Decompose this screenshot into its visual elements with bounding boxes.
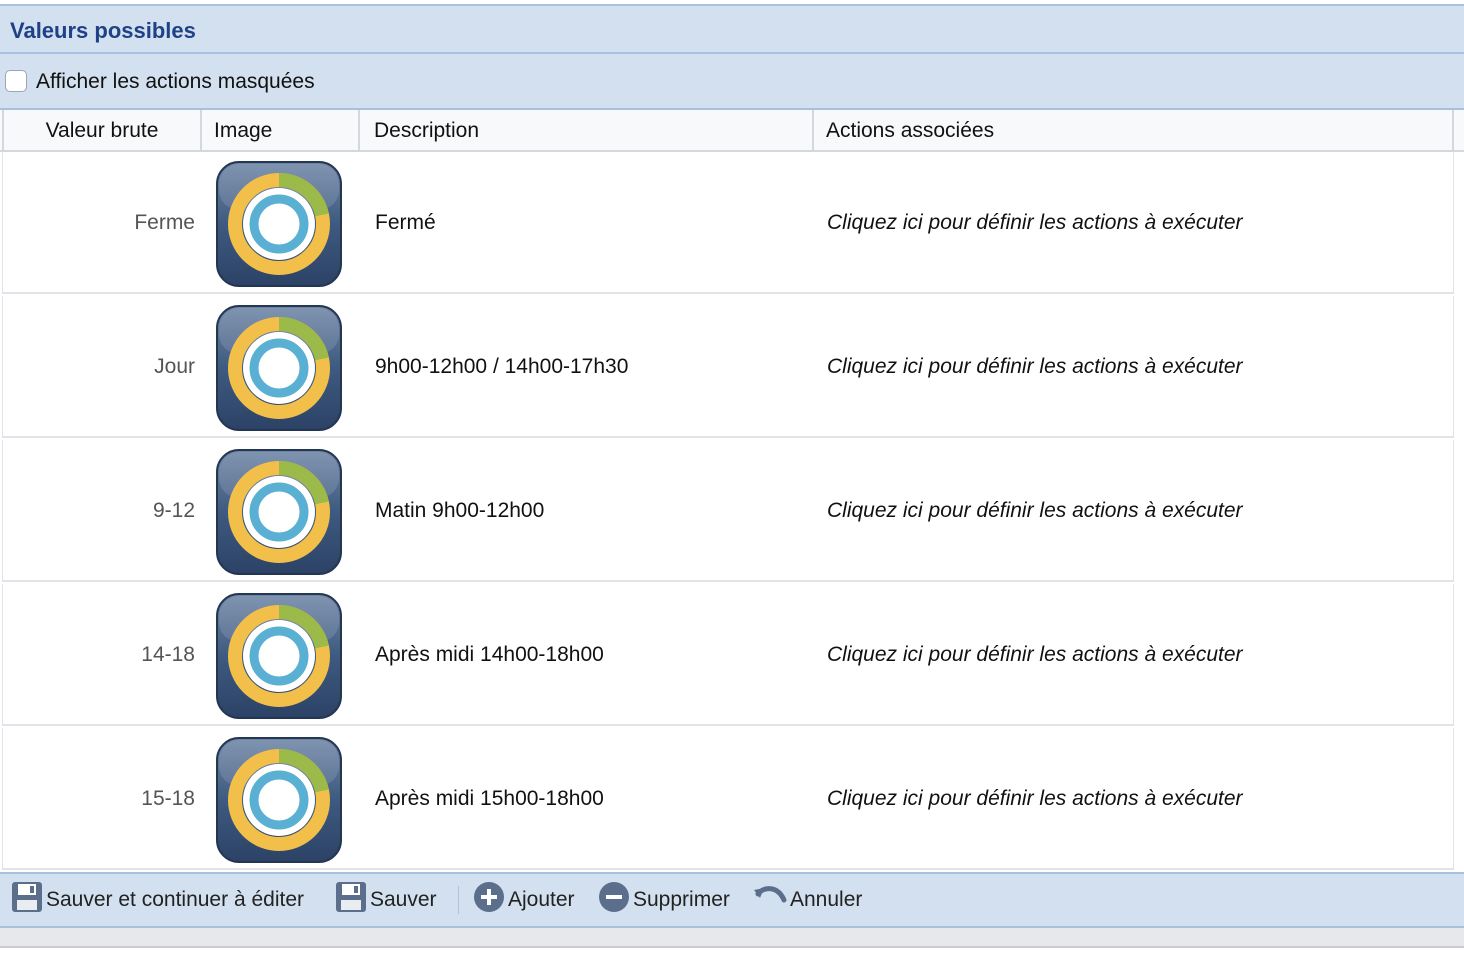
column-header-raw-value[interactable]: Valeur brute (2, 110, 202, 150)
column-header-actions[interactable]: Actions associées (814, 110, 1454, 150)
round-timer-icon[interactable] (215, 160, 343, 288)
add-button[interactable]: Ajouter (472, 874, 575, 926)
description-cell: Après midi 15h00-18h00 (375, 787, 604, 810)
toolbar-separator (458, 886, 459, 914)
define-actions-link[interactable]: Cliquez ici pour définir les actions à e… (827, 728, 1243, 870)
plus-circle-icon (472, 880, 508, 920)
define-actions-link[interactable]: Cliquez ici pour définir les actions à e… (827, 152, 1243, 294)
undo-icon (752, 880, 790, 920)
raw-value-cell: 14-18 (141, 643, 195, 666)
footer-strip (0, 928, 1464, 948)
floppy-disk-icon (10, 880, 46, 920)
description-cell: 9h00-12h00 / 14h00-17h30 (375, 355, 629, 378)
column-header-description[interactable]: Description (360, 110, 814, 150)
save-continue-button[interactable]: Sauver et continuer à éditer (10, 874, 304, 926)
minus-circle-icon (597, 880, 633, 920)
raw-value-cell: 15-18 (141, 787, 195, 810)
raw-value-cell: Jour (154, 355, 195, 378)
description-cell: Matin 9h00-12h00 (375, 499, 545, 522)
raw-value-cell: Ferme (134, 211, 195, 234)
round-timer-icon[interactable] (215, 592, 343, 720)
floppy-disk-icon (334, 880, 370, 920)
delete-button[interactable]: Supprimer (597, 874, 730, 926)
table-row[interactable]: 14-18 Après midi 14h00-18h00 Cliquez ici… (2, 584, 1454, 726)
panel-header: Valeurs possibles (0, 4, 1464, 54)
round-timer-icon[interactable] (215, 304, 343, 432)
round-timer-icon[interactable] (215, 448, 343, 576)
delete-label: Supprimer (633, 888, 730, 911)
define-actions-link[interactable]: Cliquez ici pour définir les actions à e… (827, 296, 1243, 438)
cancel-button[interactable]: Annuler (752, 874, 862, 926)
bottom-toolbar: Sauver et continuer à éditer Sauver Ajou… (0, 872, 1464, 928)
show-hidden-label[interactable]: Afficher les actions masquées (36, 70, 315, 94)
table-row[interactable]: 9-12 Matin 9h00-12h00 Cliquez ici pour d… (2, 440, 1454, 582)
show-hidden-checkbox[interactable] (5, 70, 27, 92)
table-row[interactable]: Ferme Fermé Cliquez ici pour définir les… (2, 152, 1454, 294)
table-row[interactable]: Jour 9h00-12h00 / 14h00-17h30 Cliquez ic… (2, 296, 1454, 438)
save-label: Sauver (370, 888, 437, 911)
description-cell: Fermé (375, 211, 436, 234)
save-continue-label: Sauver et continuer à éditer (46, 888, 304, 911)
raw-value-cell: 9-12 (152, 499, 195, 522)
column-header-image[interactable]: Image (202, 110, 360, 150)
add-label: Ajouter (508, 888, 575, 911)
save-button[interactable]: Sauver (334, 874, 437, 926)
table-header: Valeur brute Image Description Actions a… (0, 110, 1464, 152)
panel-title: Valeurs possibles (10, 18, 196, 43)
cancel-label: Annuler (790, 888, 863, 911)
options-bar: Afficher les actions masquées (0, 54, 1464, 110)
description-cell: Après midi 14h00-18h00 (375, 643, 604, 666)
round-timer-icon[interactable] (215, 736, 343, 864)
table-row[interactable]: 15-18 Après midi 15h00-18h00 Cliquez ici… (2, 728, 1454, 870)
define-actions-link[interactable]: Cliquez ici pour définir les actions à e… (827, 584, 1243, 726)
define-actions-link[interactable]: Cliquez ici pour définir les actions à e… (827, 440, 1243, 582)
